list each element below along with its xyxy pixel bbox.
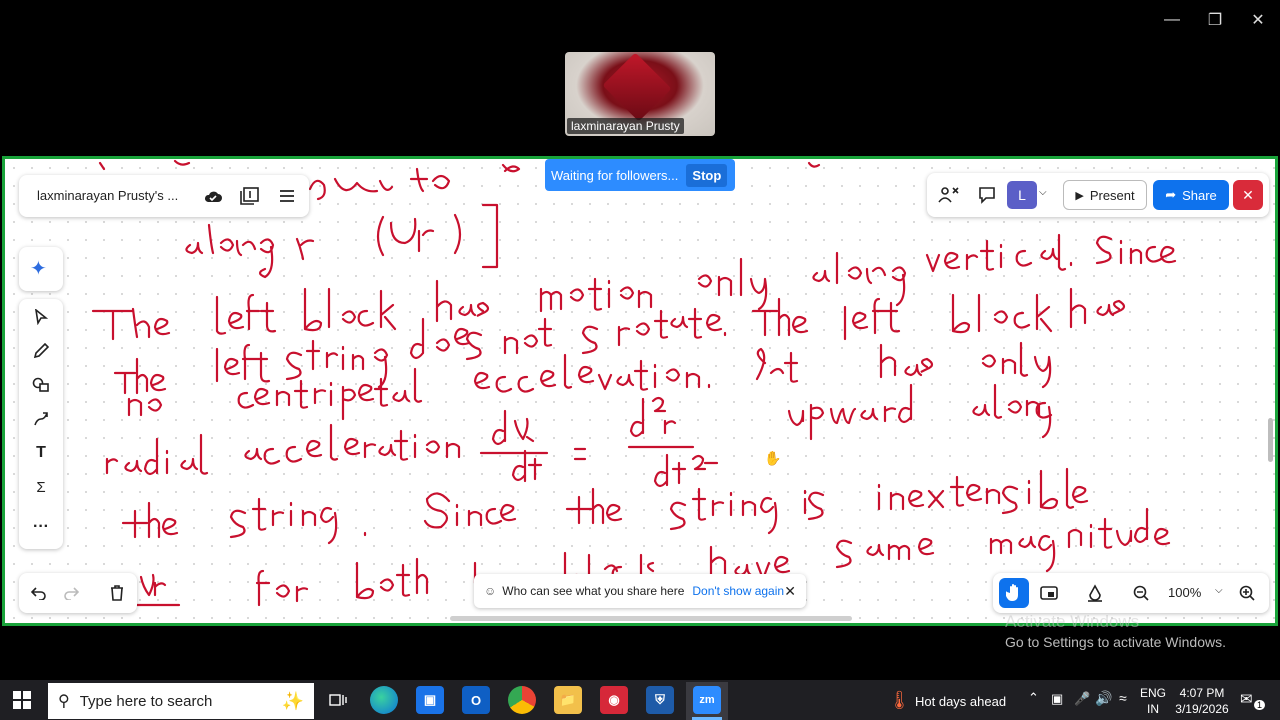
close-notice-icon[interactable]: ✕: [784, 583, 796, 600]
hand-cursor-icon: ✋: [764, 450, 782, 466]
person-icon: ☺: [484, 584, 497, 598]
share-arrow-icon: ➦: [1165, 187, 1177, 202]
notification-icon[interactable]: ✉: [1240, 690, 1253, 708]
board-actions-panel: L ⌵ ▶ Present ➦ Share ✕: [927, 173, 1269, 217]
waiting-banner: Waiting for followers... Stop: [545, 159, 735, 191]
camera-app-icon[interactable]: ◉: [600, 686, 628, 714]
edge-browser-icon[interactable]: [370, 686, 398, 714]
zoom-in-icon[interactable]: [1233, 579, 1261, 607]
clock-time[interactable]: 4:07 PM: [1172, 686, 1232, 701]
board-title-panel: laxminarayan Prusty's ...: [19, 175, 309, 217]
text-tool-icon[interactable]: T: [27, 439, 55, 467]
notice-text: Who can see what you share here: [502, 584, 685, 598]
more-tools-icon[interactable]: ···: [27, 513, 55, 541]
zoom-dropdown-icon[interactable]: ⌵: [1215, 585, 1223, 596]
participant-name: laxminarayan Prusty: [567, 118, 684, 134]
file-explorer-icon[interactable]: 📁: [554, 686, 582, 714]
equation-icon[interactable]: Σ: [27, 473, 55, 501]
pages-icon[interactable]: [235, 182, 263, 210]
language-indicator[interactable]: ENG: [1140, 686, 1166, 701]
chevron-down-icon[interactable]: ⌵: [1039, 187, 1047, 198]
cloud-save-icon[interactable]: [199, 182, 227, 210]
handwritten-notes: [91, 159, 1177, 607]
thermometer-icon: 🌡: [888, 690, 911, 710]
horizontal-scrollbar[interactable]: [450, 616, 852, 621]
weather-text[interactable]: Hot days ahead: [915, 694, 1006, 709]
chrome-icon[interactable]: [508, 686, 536, 714]
security-shield-icon[interactable]: ⛨: [646, 686, 674, 714]
show-hidden-icons-icon[interactable]: ⌃: [1028, 690, 1039, 706]
history-toolbar: [19, 573, 137, 613]
redo-icon[interactable]: [57, 579, 85, 607]
zoom-out-icon[interactable]: [1127, 579, 1155, 607]
close-board-icon[interactable]: ✕: [1233, 180, 1263, 210]
undo-icon[interactable]: [25, 579, 53, 607]
restore-icon[interactable]: ❐: [1195, 6, 1235, 34]
comment-icon[interactable]: [973, 181, 1001, 209]
vertical-scrollbar[interactable]: [1268, 418, 1273, 462]
collaborator-tools-icon[interactable]: [935, 181, 963, 209]
microphone-icon[interactable]: 🎤: [1074, 691, 1090, 707]
present-label: Present: [1089, 187, 1135, 203]
delete-icon[interactable]: [103, 579, 131, 607]
connector-icon[interactable]: [27, 405, 55, 433]
left-toolbar: T Σ ···: [19, 299, 63, 549]
windows-start-icon[interactable]: [8, 686, 36, 714]
shared-whiteboard[interactable]: laxminarayan Prusty's ... L ⌵ ▶ Present …: [2, 156, 1278, 626]
clock-date[interactable]: 3/19/2026: [1172, 702, 1232, 717]
search-icon: ⚲: [58, 693, 70, 710]
sparkle-icon: ✦: [30, 258, 47, 280]
menu-icon[interactable]: [273, 182, 301, 210]
stop-button[interactable]: Stop: [686, 163, 728, 187]
zoom-toolbar: 100% ⌵: [993, 573, 1269, 613]
video-content: [602, 52, 672, 122]
share-button[interactable]: ➦ Share: [1153, 180, 1229, 210]
play-icon: ▶: [1075, 189, 1084, 202]
minimize-icon[interactable]: —: [1152, 6, 1192, 34]
waiting-text: Waiting for followers...: [551, 167, 679, 183]
avatar[interactable]: L: [1007, 181, 1037, 209]
outlook-icon[interactable]: O: [462, 686, 490, 714]
notification-count: 1: [1254, 700, 1266, 710]
select-pointer-icon[interactable]: [27, 303, 55, 331]
taskbar-search[interactable]: ⚲ Type here to search ✨: [48, 683, 314, 719]
ai-assistant-button[interactable]: ✦: [19, 247, 63, 291]
dont-show-again-link[interactable]: Don't show again: [692, 584, 784, 598]
visibility-notice: ☺ Who can see what you share here Don't …: [474, 574, 806, 608]
minimap-icon[interactable]: [1035, 579, 1063, 607]
share-label: Share: [1182, 187, 1217, 203]
zoom-level[interactable]: 100%: [1168, 585, 1201, 600]
search-highlight-icon: ✨: [281, 690, 304, 711]
zoom-app-icon[interactable]: zm: [693, 686, 721, 714]
activation-subtitle: Go to Settings to activate Windows.: [1005, 634, 1226, 650]
board-title[interactable]: laxminarayan Prusty's ...: [37, 188, 178, 203]
task-view-icon[interactable]: [324, 686, 352, 714]
volume-icon[interactable]: 🔊: [1095, 690, 1112, 707]
store-icon[interactable]: ▣: [416, 686, 444, 714]
participant-video[interactable]: laxminarayan Prusty: [565, 52, 715, 136]
present-button[interactable]: ▶ Present: [1063, 180, 1147, 210]
fill-color-icon[interactable]: [1081, 579, 1109, 607]
hand-tool-icon[interactable]: [999, 578, 1029, 608]
wifi-icon[interactable]: ≈: [1119, 690, 1127, 706]
meet-now-icon[interactable]: ▣: [1051, 691, 1063, 707]
shapes-icon[interactable]: [27, 371, 55, 399]
pen-icon[interactable]: [27, 337, 55, 365]
search-placeholder: Type here to search: [79, 692, 213, 710]
region-indicator[interactable]: IN: [1140, 702, 1166, 717]
close-window-icon[interactable]: ✕: [1238, 6, 1278, 34]
